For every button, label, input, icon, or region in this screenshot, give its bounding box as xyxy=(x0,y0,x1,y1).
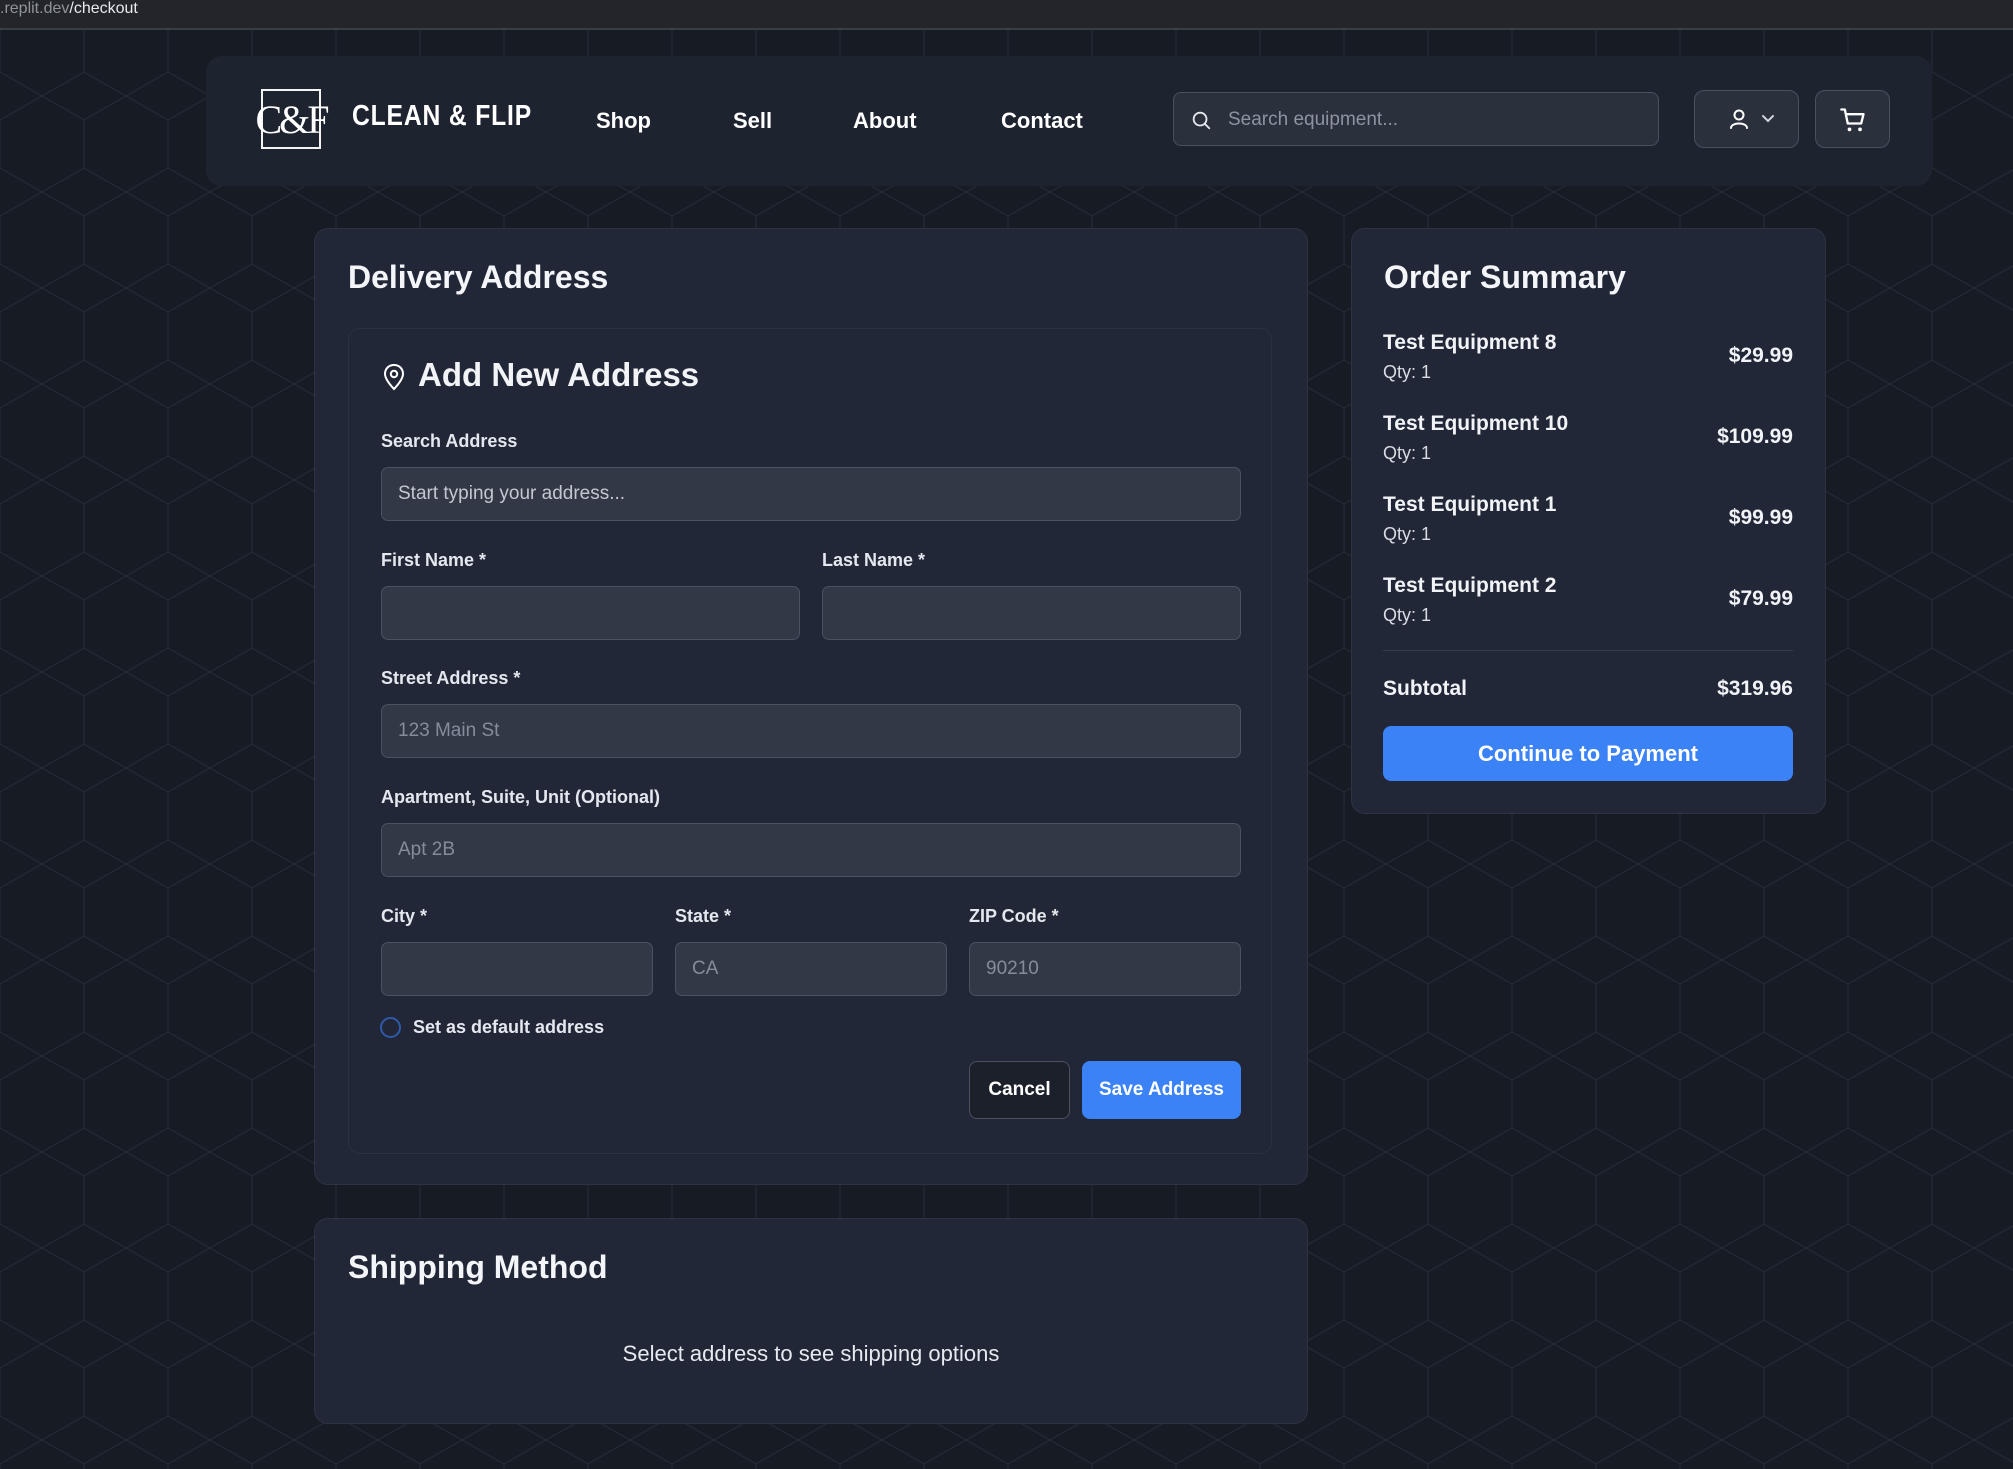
logo[interactable]: C&F xyxy=(255,89,330,149)
search-icon xyxy=(1192,111,1211,130)
add-address-title: Add New Address xyxy=(418,356,700,393)
summary-item-qty: Qty: 1 xyxy=(1383,443,1432,463)
nav-about[interactable]: About xyxy=(853,108,917,134)
search-address-input[interactable] xyxy=(381,467,1241,521)
top-navigation-bar: C&F CLEAN & FLIP Shop Sell About Contact xyxy=(206,56,1932,186)
shopping-cart-icon xyxy=(1840,108,1865,132)
user-icon xyxy=(1730,109,1748,129)
chevron-down-icon xyxy=(1762,115,1774,123)
nav-contact[interactable]: Contact xyxy=(1001,108,1083,134)
continue-to-payment-button[interactable]: Continue to Payment xyxy=(1383,726,1793,781)
summary-item-qty: Qty: 1 xyxy=(1383,605,1432,625)
cancel-button[interactable]: Cancel xyxy=(969,1061,1070,1119)
apartment-label: Apartment, Suite, Unit (Optional) xyxy=(381,787,660,807)
delivery-title: Delivery Address xyxy=(348,259,609,295)
cart-button[interactable] xyxy=(1815,90,1890,148)
summary-divider xyxy=(1383,650,1793,651)
summary-item-price: $109.99 xyxy=(1717,425,1793,448)
nav-shop[interactable]: Shop xyxy=(596,108,651,134)
brand-name[interactable]: CLEAN & FLIP xyxy=(352,100,532,133)
search-address-label: Search Address xyxy=(381,431,518,451)
summary-item-price: $79.99 xyxy=(1728,587,1793,610)
zip-code-label: ZIP Code * xyxy=(969,906,1059,926)
summary-item-qty: Qty: 1 xyxy=(1383,362,1432,382)
city-input[interactable] xyxy=(381,942,653,996)
map-pin-icon xyxy=(383,363,405,391)
save-address-button[interactable]: Save Address xyxy=(1082,1061,1241,1119)
default-address-radio[interactable] xyxy=(380,1017,401,1038)
summary-item-price: $99.99 xyxy=(1728,506,1793,529)
state-label: State * xyxy=(675,906,732,926)
order-summary-title: Order Summary xyxy=(1384,259,1626,295)
city-label: City * xyxy=(381,906,428,926)
summary-item-name: Test Equipment 1 xyxy=(1383,493,1557,516)
nav-sell[interactable]: Sell xyxy=(733,108,772,134)
state-input[interactable] xyxy=(675,942,947,996)
last-name-input[interactable] xyxy=(822,586,1241,640)
account-menu-button[interactable] xyxy=(1694,90,1799,148)
subtotal-label: Subtotal xyxy=(1383,677,1467,700)
default-address-label: Set as default address xyxy=(413,1017,605,1037)
summary-item-name: Test Equipment 10 xyxy=(1383,412,1569,435)
shipping-options-note: Select address to see shipping options xyxy=(622,1341,1000,1366)
summary-item-price: $29.99 xyxy=(1728,344,1793,367)
subtotal-value: $319.96 xyxy=(1717,677,1793,700)
last-name-label: Last Name * xyxy=(822,550,926,570)
summary-item-name: Test Equipment 8 xyxy=(1383,331,1557,354)
summary-item-name: Test Equipment 2 xyxy=(1383,574,1557,597)
summary-item-qty: Qty: 1 xyxy=(1383,524,1432,544)
browser-url-bar[interactable]: .replit.dev/checkout xyxy=(0,0,2013,30)
first-name-label: First Name * xyxy=(381,550,487,570)
street-address-label: Street Address * xyxy=(381,668,521,688)
search-input[interactable] xyxy=(1226,93,1650,147)
zip-code-input[interactable] xyxy=(969,942,1241,996)
apartment-input[interactable] xyxy=(381,823,1241,877)
equipment-search-box[interactable] xyxy=(1173,92,1659,147)
first-name-input[interactable] xyxy=(381,586,800,640)
shipping-method-card: Shipping Method xyxy=(314,1218,1308,1424)
shipping-title: Shipping Method xyxy=(348,1249,608,1285)
street-address-input[interactable] xyxy=(381,704,1241,758)
url-text: .replit.dev/checkout xyxy=(0,0,138,17)
